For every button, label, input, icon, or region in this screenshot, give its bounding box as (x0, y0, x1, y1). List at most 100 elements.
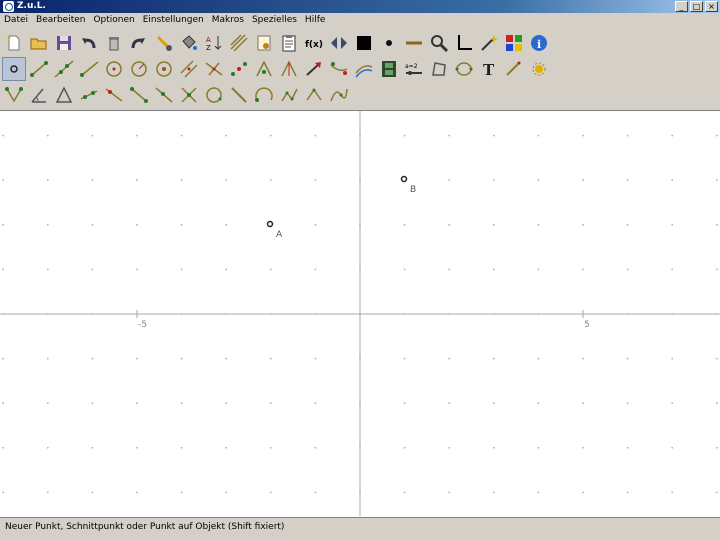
redo-button[interactable] (127, 31, 151, 55)
polyline-tool[interactable] (302, 83, 326, 107)
toolbar-row-objects (2, 82, 352, 107)
circle-three-tool[interactable] (152, 57, 176, 81)
mirror-tool[interactable] (177, 83, 201, 107)
delete-button[interactable] (102, 31, 126, 55)
grid-dot (225, 357, 228, 360)
sort-button[interactable]: AZ (202, 31, 226, 55)
grid-dot (715, 268, 718, 271)
menu-settings[interactable]: Einstellungen (139, 13, 208, 28)
angle-bisector-tool[interactable] (277, 57, 301, 81)
arc-tool[interactable] (252, 83, 276, 107)
maximize-button[interactable]: □ (690, 1, 703, 12)
properties-button[interactable] (152, 31, 176, 55)
menu-help[interactable]: Hilfe (301, 13, 329, 28)
line-point-tool[interactable] (102, 83, 126, 107)
point-size-button[interactable] (377, 31, 401, 55)
grid-dot (225, 491, 228, 494)
clipboard-button[interactable] (277, 31, 301, 55)
minimize-button[interactable]: _ (675, 1, 688, 12)
circle-draw-tool[interactable] (202, 83, 226, 107)
midpoint-tool[interactable] (227, 57, 251, 81)
title-bar[interactable]: Z.u.L. _ □ × (0, 0, 720, 13)
menu-file[interactable]: Datei (0, 13, 32, 28)
color-tool[interactable] (527, 57, 551, 81)
folder-open-icon (30, 38, 47, 49)
wrench-icon (156, 35, 172, 51)
grid-dot (403, 223, 406, 226)
diagonal-tool[interactable] (227, 83, 251, 107)
grid-dot (582, 223, 584, 226)
polygon-tool[interactable] (427, 57, 451, 81)
grid-dot (582, 357, 584, 360)
save-file-button[interactable] (52, 31, 76, 55)
zoom-button[interactable] (427, 31, 451, 55)
text-t-icon: T (483, 61, 495, 79)
segment-draw-tool[interactable] (127, 83, 151, 107)
expression-tool[interactable]: a=2 (402, 57, 426, 81)
grid-dot (403, 268, 406, 271)
paint-button[interactable] (177, 31, 201, 55)
macro-button[interactable] (252, 31, 276, 55)
conic-tool[interactable] (452, 57, 476, 81)
grid-dot (46, 179, 49, 182)
circle-fixed-tool[interactable] (127, 57, 151, 81)
point-b[interactable] (400, 175, 408, 183)
grid-dot (91, 179, 94, 182)
ray-draw-tool[interactable] (152, 83, 176, 107)
circle-tool[interactable] (102, 57, 126, 81)
grid-dot (2, 223, 5, 226)
chain-tool[interactable] (277, 83, 301, 107)
grid-dot (448, 268, 451, 271)
open-file-button[interactable] (27, 31, 51, 55)
locus-icon (5, 86, 23, 102)
hide-tool[interactable] (502, 57, 526, 81)
color-black-button[interactable] (352, 31, 376, 55)
triangle-draw-tool[interactable] (52, 83, 76, 107)
text-tool[interactable]: T (477, 57, 501, 81)
x-tick-label-minus5: -5 (138, 320, 147, 330)
undo-button[interactable] (77, 31, 101, 55)
grid-hatch-button[interactable] (227, 31, 251, 55)
angle-tool[interactable] (27, 83, 51, 107)
triangle-tool[interactable] (252, 57, 276, 81)
grid-dot (448, 134, 451, 137)
new-file-button[interactable] (2, 31, 26, 55)
reflect-button[interactable] (327, 31, 351, 55)
palette-button[interactable] (502, 31, 526, 55)
perpendicular-tool[interactable] (202, 57, 226, 81)
grid-dot (582, 179, 584, 182)
vector-tool[interactable] (302, 57, 326, 81)
close-button[interactable]: × (705, 1, 718, 12)
translation-tool[interactable] (352, 57, 376, 81)
menu-edit[interactable]: Bearbeiten (32, 13, 89, 28)
toolbar-row-file: AZ f(x) i (2, 30, 552, 55)
intersection-tool[interactable] (77, 83, 101, 107)
reflection-tool[interactable] (327, 57, 351, 81)
point-tool[interactable] (2, 56, 26, 81)
line-thickness-button[interactable] (402, 31, 426, 55)
function-plot-tool[interactable] (327, 83, 351, 107)
coordinate-grid (0, 111, 720, 516)
grid-dot (492, 402, 495, 405)
parallel-tool[interactable] (177, 57, 201, 81)
menu-special[interactable]: Spezielles (248, 13, 301, 28)
grid-dot (91, 357, 94, 360)
line-tool[interactable] (52, 57, 76, 81)
locus-tool[interactable] (2, 83, 26, 107)
menu-options[interactable]: Optionen (89, 13, 138, 28)
grid-dot (91, 268, 94, 271)
grid-dot (582, 446, 584, 449)
menu-macros[interactable]: Makros (208, 13, 248, 28)
axes-button[interactable] (452, 31, 476, 55)
info-button[interactable]: i (527, 31, 551, 55)
grid-dot (715, 491, 718, 494)
function-button[interactable]: f(x) (302, 31, 326, 55)
point-a[interactable] (266, 220, 274, 228)
magic-wand-button[interactable] (477, 31, 501, 55)
grid-dot (91, 223, 94, 226)
grid-dot (537, 179, 540, 182)
segment-tool[interactable] (27, 57, 51, 81)
construction-canvas[interactable]: -5 5 B A (0, 111, 720, 516)
ray-tool[interactable] (77, 57, 101, 81)
animation-tool[interactable] (377, 57, 401, 81)
